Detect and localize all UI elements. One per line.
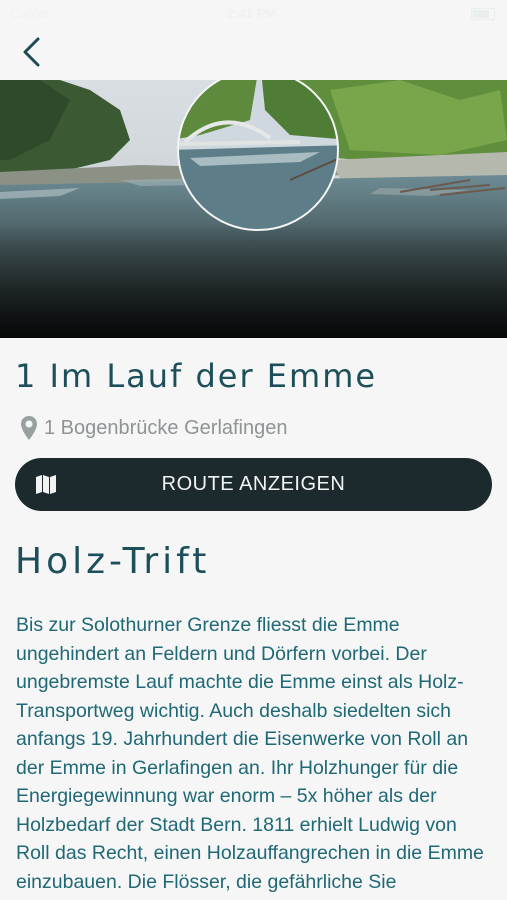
location-row: 1 Bogenbrücke Gerlafingen: [20, 414, 288, 442]
chevron-left-icon: [23, 37, 40, 67]
map-icon: [36, 475, 56, 494]
status-time: 2:41 PM: [227, 6, 277, 21]
back-button[interactable]: [20, 36, 52, 72]
section-heading: Holz-Trift: [15, 541, 211, 582]
show-route-button[interactable]: ROUTE ANZEIGEN: [15, 458, 492, 511]
show-route-label: ROUTE ANZEIGEN: [161, 473, 346, 495]
carrier-label: Carrier: [10, 6, 50, 21]
section-body-text: Bis zur Solothurner Grenze fliesst die E…: [16, 614, 484, 893]
battery-icon: [471, 8, 495, 20]
location-label: 1 Bogenbrücke Gerlafingen: [44, 416, 288, 439]
hero-image: [0, 80, 507, 338]
navigation-bar: [0, 28, 507, 80]
river-photo: [0, 80, 507, 338]
map-pin-icon: [21, 416, 37, 440]
status-bar: Carrier 2:41 PM: [0, 0, 507, 28]
station-title: 1 Im Lauf der Emme: [15, 357, 378, 395]
